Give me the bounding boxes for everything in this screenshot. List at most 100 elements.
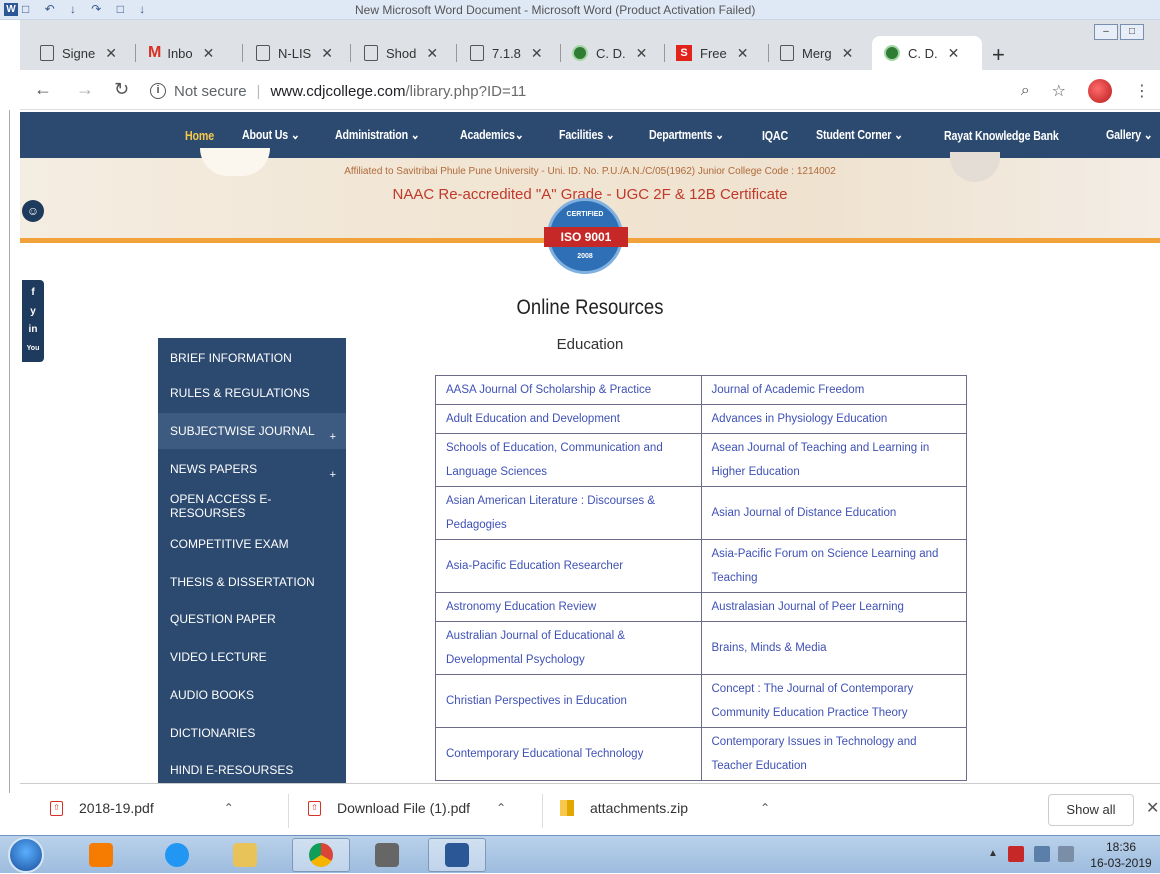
close-icon[interactable]: ✕: [636, 45, 648, 62]
chevron-up-icon[interactable]: ⌃: [224, 801, 234, 815]
linkedin-icon[interactable]: in: [29, 324, 38, 336]
journal-link[interactable]: Christian Perspectives in Education: [435, 674, 702, 728]
nav-gallery[interactable]: Gallery ⌄: [1106, 127, 1153, 143]
sidebar-item-open-access[interactable]: OPEN ACCESS E-RESOURSES: [158, 488, 346, 526]
journal-link[interactable]: Asian Journal of Distance Education: [700, 486, 967, 540]
start-button[interactable]: [8, 837, 44, 873]
journal-link[interactable]: Asean Journal of Teaching and Learning i…: [700, 433, 967, 487]
new-tab-button[interactable]: +: [992, 42, 1005, 68]
tab-7[interactable]: S Free ✕: [676, 36, 748, 70]
nav-rayat-knowledge-bank[interactable]: Rayat Knowledge Bank: [944, 128, 1059, 143]
word-app-icon[interactable]: W: [4, 3, 18, 16]
sidebar-item-question-paper[interactable]: QUESTION PAPER: [158, 601, 346, 639]
forward-icon[interactable]: →: [76, 79, 94, 100]
minimize-icon[interactable]: –: [1094, 24, 1118, 40]
journal-link[interactable]: Australasian Journal of Peer Learning: [700, 592, 967, 622]
tray-arrow-icon[interactable]: ▲: [988, 848, 998, 859]
close-icon[interactable]: ✕: [426, 45, 438, 62]
taskbar-word[interactable]: [428, 838, 486, 872]
url-field[interactable]: i Not secure | www.cdjcollege.com /libra…: [150, 77, 1080, 105]
journal-link[interactable]: Asia-Pacific Education Researcher: [435, 539, 702, 593]
close-icon[interactable]: ✕: [842, 45, 854, 62]
nav-academics[interactable]: Academics⌄: [460, 127, 524, 143]
journal-link[interactable]: Contemporary Issues in Technology and Te…: [700, 727, 967, 781]
taskbar-chrome[interactable]: [292, 838, 350, 872]
download-item[interactable]: attachments.zip ⌃: [560, 800, 770, 816]
sidebar-item-hindi-e-resources[interactable]: HINDI E-RESOURSES: [158, 752, 346, 783]
twitter-icon[interactable]: y: [30, 306, 36, 318]
taskbar-printer[interactable]: [358, 838, 416, 872]
sidebar-item-competitive-exam[interactable]: COMPETITIVE EXAM: [158, 526, 346, 564]
chevron-up-icon[interactable]: ⌃: [760, 801, 770, 815]
close-icon[interactable]: ✕: [321, 45, 333, 62]
show-all-button[interactable]: Show all: [1048, 794, 1134, 826]
close-icon[interactable]: ✕: [948, 45, 960, 62]
journal-link[interactable]: Adult Education and Development: [435, 404, 702, 434]
taskbar-outlook[interactable]: [72, 838, 130, 872]
sidebar-item-brief-information[interactable]: BRIEF INFORMATION: [158, 338, 346, 375]
sidebar-item-audio-books[interactable]: AUDIO BOOKS: [158, 677, 346, 715]
sidebar-item-news-papers[interactable]: NEWS PAPERS +: [158, 450, 346, 489]
taskbar-ie[interactable]: [148, 838, 206, 872]
zoom-icon[interactable]: ⌕: [1021, 82, 1030, 100]
user-icon[interactable]: ☺: [22, 200, 44, 222]
tab-4[interactable]: Shod ✕: [364, 36, 438, 70]
tab-1[interactable]: Signe ✕: [40, 36, 117, 70]
profile-avatar[interactable]: [1088, 79, 1112, 103]
journal-link[interactable]: Contemporary Educational Technology: [435, 727, 702, 781]
journal-link[interactable]: Advances in Physiology Education: [700, 404, 967, 434]
tab-8[interactable]: Merg ✕: [780, 36, 853, 70]
taskbar-explorer[interactable]: [216, 838, 274, 872]
sidebar-item-subjectwise-journal[interactable]: SUBJECTWISE JOURNAL +: [158, 412, 346, 451]
journal-link[interactable]: Concept : The Journal of Contemporary Co…: [700, 674, 967, 728]
menu-icon[interactable]: ⋮: [1134, 81, 1150, 101]
journal-link[interactable]: Astronomy Education Review: [435, 592, 702, 622]
table-row: Astronomy Education Review Australasian …: [435, 592, 967, 622]
info-icon[interactable]: i: [150, 83, 166, 99]
journal-link[interactable]: Brains, Minds & Media: [700, 621, 967, 675]
journal-link[interactable]: Asia-Pacific Forum on Science Learning a…: [700, 539, 967, 593]
nav-home[interactable]: Home: [185, 128, 214, 143]
close-icon[interactable]: ✕: [531, 45, 543, 62]
tab-3[interactable]: N-LIS ✕: [256, 36, 333, 70]
download-item[interactable]: ⇧ Download File (1).pdf ⌃: [308, 800, 506, 816]
nav-iqac[interactable]: IQAC: [762, 128, 788, 143]
flag-icon[interactable]: [1008, 846, 1024, 862]
nav-student-corner[interactable]: Student Corner ⌄: [816, 127, 903, 143]
nav-about-us[interactable]: About Us ⌄: [242, 127, 300, 143]
quick-access-toolbar[interactable]: □ ↶ ↓ ↷ □ ↓: [22, 2, 151, 16]
journal-link[interactable]: Journal of Academic Freedom: [700, 375, 967, 405]
journal-link[interactable]: Asian American Literature : Discourses &…: [435, 486, 702, 540]
journal-link[interactable]: Schools of Education, Communication and …: [435, 433, 702, 487]
network-icon[interactable]: [1034, 846, 1050, 862]
chevron-up-icon[interactable]: ⌃: [496, 801, 506, 815]
reload-icon[interactable]: ↻: [114, 79, 129, 100]
sidebar-item-rules-regulations[interactable]: RULES & REGULATIONS: [158, 375, 346, 413]
close-icon[interactable]: ✕: [203, 45, 215, 62]
back-icon[interactable]: ←: [34, 79, 52, 100]
clock[interactable]: 18:36 16-03-2019: [1088, 839, 1154, 871]
sidebar-item-thesis[interactable]: THESIS & DISSERTATION: [158, 563, 346, 602]
tab-active[interactable]: C. D. ✕: [872, 36, 982, 70]
close-icon[interactable]: ✕: [737, 45, 749, 62]
journal-link[interactable]: AASA Journal Of Scholarship & Practice: [435, 375, 702, 405]
nav-departments[interactable]: Departments ⌄: [649, 127, 724, 143]
library-sidebar: BRIEF INFORMATION RULES & REGULATIONS SU…: [158, 338, 346, 783]
tab-2[interactable]: M Inbo ✕: [148, 36, 214, 70]
star-icon[interactable]: ☆: [1052, 81, 1066, 101]
volume-icon[interactable]: [1058, 846, 1074, 862]
nav-administration[interactable]: Administration ⌄: [335, 127, 420, 143]
sidebar-item-video-lecture[interactable]: VIDEO LECTURE: [158, 639, 346, 677]
close-icon[interactable]: ✕: [1146, 798, 1159, 818]
restore-icon[interactable]: □: [1120, 24, 1144, 40]
journal-link[interactable]: Australian Journal of Educational & Deve…: [435, 621, 702, 675]
facebook-icon[interactable]: f: [31, 287, 34, 299]
download-item[interactable]: ⇧ 2018-19.pdf ⌃: [50, 800, 234, 816]
sidebar-item-dictionaries[interactable]: DICTIONARIES: [158, 714, 346, 752]
expand-icon[interactable]: +: [330, 431, 336, 443]
nav-facilities[interactable]: Facilities ⌄: [559, 127, 615, 143]
tab-6[interactable]: C. D. ✕: [572, 36, 647, 70]
tab-5[interactable]: 7.1.8 ✕: [470, 36, 543, 70]
close-icon[interactable]: ✕: [105, 45, 117, 62]
expand-icon[interactable]: +: [330, 469, 336, 481]
